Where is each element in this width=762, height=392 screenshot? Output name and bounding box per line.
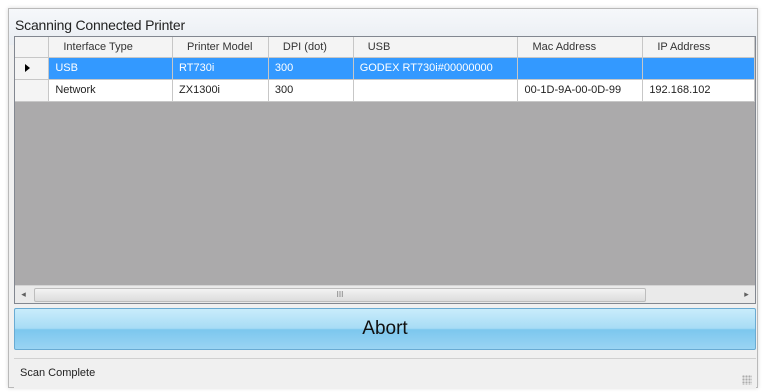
printer-table: Interface Type Printer Model DPI (dot) U… bbox=[15, 37, 755, 102]
cell-printer-model[interactable]: RT730i bbox=[172, 57, 269, 80]
table-row[interactable]: Network ZX1300i 300 00-1D-9A-00-0D-99 19… bbox=[15, 79, 755, 102]
cell-printer-model[interactable]: ZX1300i bbox=[172, 79, 269, 102]
horizontal-scrollbar[interactable]: ◂ III ▸ bbox=[15, 285, 755, 303]
column-header-dpi[interactable]: DPI (dot) bbox=[268, 37, 354, 58]
cell-interface-type[interactable]: Network bbox=[48, 79, 174, 102]
row-selector[interactable] bbox=[15, 57, 50, 80]
cell-mac-address[interactable]: 00-1D-9A-00-0D-99 bbox=[517, 79, 644, 102]
cell-dpi[interactable]: 300 bbox=[268, 57, 354, 80]
current-row-arrow-icon bbox=[25, 64, 30, 72]
cell-usb[interactable]: GODEX RT730i#00000000 bbox=[353, 57, 519, 80]
row-selector[interactable] bbox=[15, 79, 50, 102]
cell-mac-address[interactable] bbox=[517, 57, 644, 80]
window-title: Scanning Connected Printer bbox=[15, 17, 185, 33]
row-header-corner bbox=[15, 37, 50, 58]
cell-ip-address[interactable]: 192.168.102 bbox=[642, 79, 755, 102]
cell-usb[interactable] bbox=[353, 79, 519, 102]
column-header-printer-model[interactable]: Printer Model bbox=[172, 37, 269, 58]
abort-button[interactable]: Abort bbox=[14, 308, 756, 350]
cell-dpi[interactable]: 300 bbox=[268, 79, 354, 102]
cell-interface-type[interactable]: USB bbox=[48, 57, 174, 80]
status-bar: Scan Complete bbox=[14, 358, 756, 388]
column-header-interface-type[interactable]: Interface Type bbox=[48, 37, 174, 58]
resize-grip-icon[interactable] bbox=[742, 375, 752, 385]
header-row: Interface Type Printer Model DPI (dot) U… bbox=[15, 37, 755, 58]
table-row[interactable]: USB RT730i 300 GODEX RT730i#00000000 bbox=[15, 57, 755, 80]
column-header-mac-address[interactable]: Mac Address bbox=[517, 37, 644, 58]
scrollbar-thumb[interactable]: III bbox=[34, 288, 646, 302]
scroll-left-icon[interactable]: ◂ bbox=[15, 286, 32, 303]
cell-ip-address[interactable] bbox=[642, 57, 755, 80]
column-header-ip-address[interactable]: IP Address bbox=[642, 37, 755, 58]
scroll-right-icon[interactable]: ▸ bbox=[738, 286, 755, 303]
column-header-usb[interactable]: USB bbox=[353, 37, 519, 58]
printer-grid[interactable]: Interface Type Printer Model DPI (dot) U… bbox=[14, 36, 756, 304]
status-text: Scan Complete bbox=[20, 367, 96, 379]
